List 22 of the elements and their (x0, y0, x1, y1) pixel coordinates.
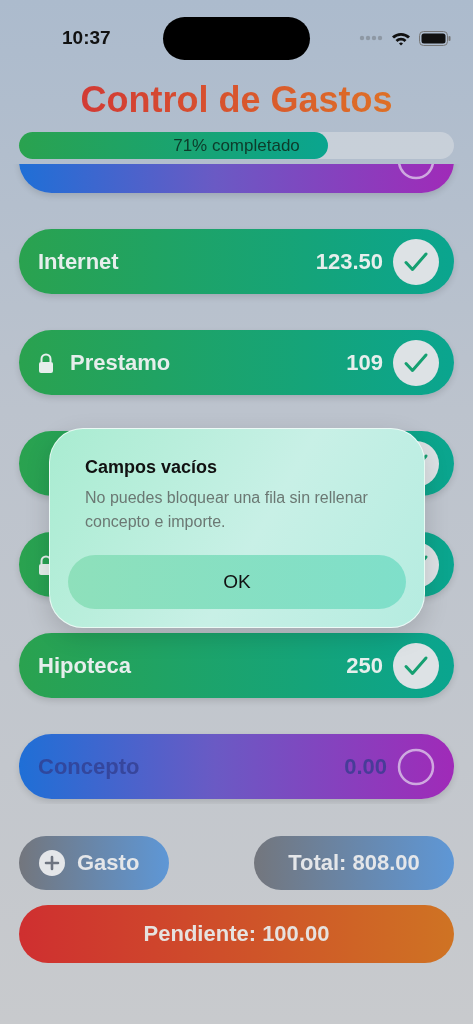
concept-label: Prestamo (70, 349, 171, 376)
checkmark-icon[interactable] (393, 642, 439, 689)
total-label: Total: 808.00 (254, 836, 454, 890)
amount-field[interactable]: 0.00 (307, 753, 387, 780)
checkmark-icon[interactable] (393, 339, 439, 386)
checkmark-icon[interactable] (393, 238, 439, 285)
amount-label: 250 (346, 652, 383, 679)
amount-label: 109 (346, 349, 383, 376)
progress-label: 71% completado (172, 135, 301, 157)
pending-label: Pendiente: 100.00 (19, 905, 454, 963)
ok-button[interactable]: OK (68, 555, 406, 609)
plus-circle-icon (39, 850, 65, 876)
amount-label: 123.50 (315, 248, 383, 275)
status-time: 10:37 (62, 27, 112, 49)
concept-label: Hipoteca (38, 652, 131, 679)
alert-title: Campos vacíos (85, 457, 219, 478)
signal-icon (359, 35, 383, 41)
battery-icon (419, 30, 451, 46)
wifi-icon (391, 30, 411, 46)
alert-message: No puedes bloquear una fila sin rellenar concepto e importe. (85, 488, 369, 532)
circle-icon[interactable] (397, 747, 435, 786)
concept-label: Internet (38, 248, 119, 275)
